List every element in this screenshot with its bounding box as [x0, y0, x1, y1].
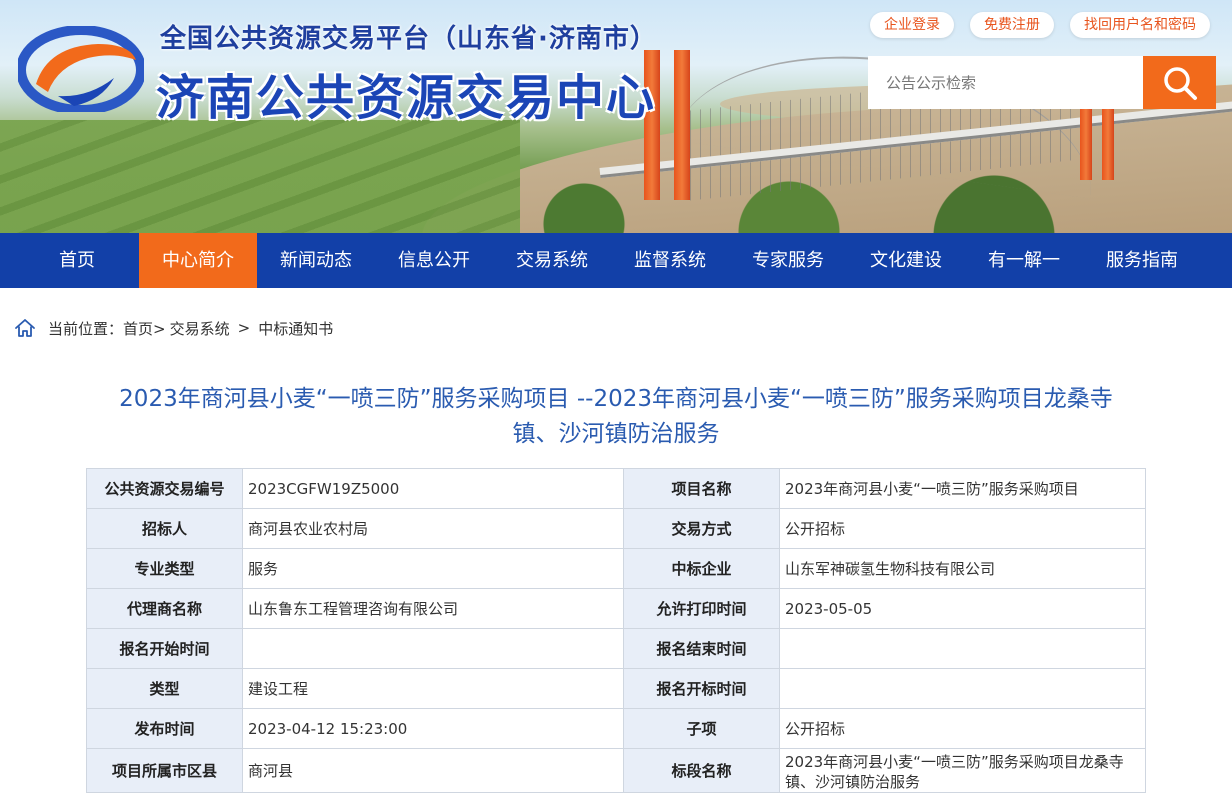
- value-cell: 2023-04-12 15:23:00: [242, 708, 624, 749]
- label-cell: 项目名称: [623, 468, 780, 509]
- value-cell: 山东鲁东工程管理咨询有限公司: [242, 588, 624, 629]
- label-cell: 招标人: [86, 508, 243, 549]
- nav-trading[interactable]: 交易系统: [493, 233, 611, 288]
- breadcrumb-home[interactable]: 首页>: [123, 318, 166, 339]
- search-input[interactable]: [868, 56, 1143, 109]
- nav-culture[interactable]: 文化建设: [847, 233, 965, 288]
- value-cell: 公开招标: [779, 508, 1146, 549]
- top-links: 企业登录 免费注册 找回用户名和密码: [870, 12, 1210, 38]
- search-bar: [868, 56, 1216, 109]
- breadcrumb-separator: >: [237, 319, 251, 337]
- label-cell: 类型: [86, 668, 243, 709]
- value-cell: 2023年商河县小麦“一喷三防”服务采购项目: [779, 468, 1146, 509]
- label-cell: 中标企业: [623, 548, 780, 589]
- label-cell: 允许打印时间: [623, 588, 780, 629]
- label-cell: 专业类型: [86, 548, 243, 589]
- label-cell: 报名结束时间: [623, 628, 780, 669]
- label-cell: 报名开标时间: [623, 668, 780, 709]
- value-cell: [242, 628, 624, 669]
- page-title-line1: 2023年商河县小麦“一喷三防”服务采购项目 --2023年商河县小麦“一喷三防…: [119, 386, 1113, 412]
- table-row: 项目所属市区县 商河县 标段名称 2023年商河县小麦“一喷三防”服务采购项目龙…: [86, 748, 1146, 793]
- value-cell: [779, 628, 1146, 669]
- value-cell: 商河县农业农村局: [242, 508, 624, 549]
- table-row: 类型 建设工程 报名开标时间: [86, 668, 1146, 709]
- nav-home[interactable]: 首页: [18, 233, 136, 288]
- label-cell: 子项: [623, 708, 780, 749]
- nav-experts[interactable]: 专家服务: [729, 233, 847, 288]
- main-nav: 首页 中心简介 新闻动态 信息公开 交易系统 监督系统 专家服务 文化建设 有一…: [0, 233, 1232, 288]
- table-row: 专业类型 服务 中标企业 山东军神碳氢生物科技有限公司: [86, 548, 1146, 589]
- value-cell: 2023-05-05: [779, 588, 1146, 629]
- label-cell: 代理商名称: [86, 588, 243, 629]
- label-cell: 项目所属市区县: [86, 748, 243, 793]
- page-title: 2023年商河县小麦“一喷三防”服务采购项目 --2023年商河县小麦“一喷三防…: [90, 382, 1142, 452]
- value-cell: 2023年商河县小麦“一喷三防”服务采购项目龙桑寺镇、沙河镇防治服务: [779, 748, 1146, 793]
- breadcrumb: 当前位置： 首页> 交易系统 > 中标通知书: [14, 316, 337, 340]
- nav-about[interactable]: 中心简介: [139, 233, 257, 288]
- label-cell: 交易方式: [623, 508, 780, 549]
- table-row: 公共资源交易编号 2023CGFW19Z5000 项目名称 2023年商河县小麦…: [86, 468, 1146, 509]
- site-logo-icon[interactable]: [18, 26, 144, 112]
- header-banner: 全国公共资源交易平台（山东省·济南市） 济南公共资源交易中心 企业登录 免费注册…: [0, 0, 1232, 233]
- search-icon: [1163, 66, 1197, 100]
- value-cell: 2023CGFW19Z5000: [242, 468, 624, 509]
- page-title-line2: 镇、沙河镇防治服务: [512, 421, 720, 447]
- login-link[interactable]: 企业登录: [870, 12, 954, 38]
- label-cell: 标段名称: [623, 748, 780, 793]
- table-row: 招标人 商河县农业农村局 交易方式 公开招标: [86, 508, 1146, 549]
- nav-guide[interactable]: 服务指南: [1083, 233, 1201, 288]
- value-cell: 服务: [242, 548, 624, 589]
- nav-info[interactable]: 信息公开: [375, 233, 493, 288]
- label-cell: 报名开始时间: [86, 628, 243, 669]
- breadcrumb-prefix: 当前位置：: [48, 319, 124, 338]
- value-cell: 公开招标: [779, 708, 1146, 749]
- notice-info-table: 公共资源交易编号 2023CGFW19Z5000 项目名称 2023年商河县小麦…: [86, 468, 1146, 793]
- table-row: 报名开始时间 报名结束时间: [86, 628, 1146, 669]
- value-cell: [779, 668, 1146, 709]
- label-cell: 公共资源交易编号: [86, 468, 243, 509]
- home-icon[interactable]: [14, 317, 36, 339]
- site-title: 济南公共资源交易中心: [156, 70, 657, 126]
- search-button[interactable]: [1143, 56, 1216, 109]
- nav-feedback[interactable]: 有一解一: [965, 233, 1083, 288]
- recover-account-link[interactable]: 找回用户名和密码: [1070, 12, 1210, 38]
- breadcrumb-trading[interactable]: 交易系统: [170, 318, 230, 339]
- breadcrumb-current: 中标通知书: [258, 319, 334, 338]
- register-link[interactable]: 免费注册: [970, 12, 1054, 38]
- value-cell: 山东军神碳氢生物科技有限公司: [779, 548, 1146, 589]
- value-cell: 商河县: [242, 748, 624, 793]
- site-subtitle: 全国公共资源交易平台（山东省·济南市）: [160, 24, 657, 54]
- table-row: 代理商名称 山东鲁东工程管理咨询有限公司 允许打印时间 2023-05-05: [86, 588, 1146, 629]
- nav-supervision[interactable]: 监督系统: [611, 233, 729, 288]
- nav-news[interactable]: 新闻动态: [257, 233, 375, 288]
- table-row: 发布时间 2023-04-12 15:23:00 子项 公开招标: [86, 708, 1146, 749]
- value-cell: 建设工程: [242, 668, 624, 709]
- label-cell: 发布时间: [86, 708, 243, 749]
